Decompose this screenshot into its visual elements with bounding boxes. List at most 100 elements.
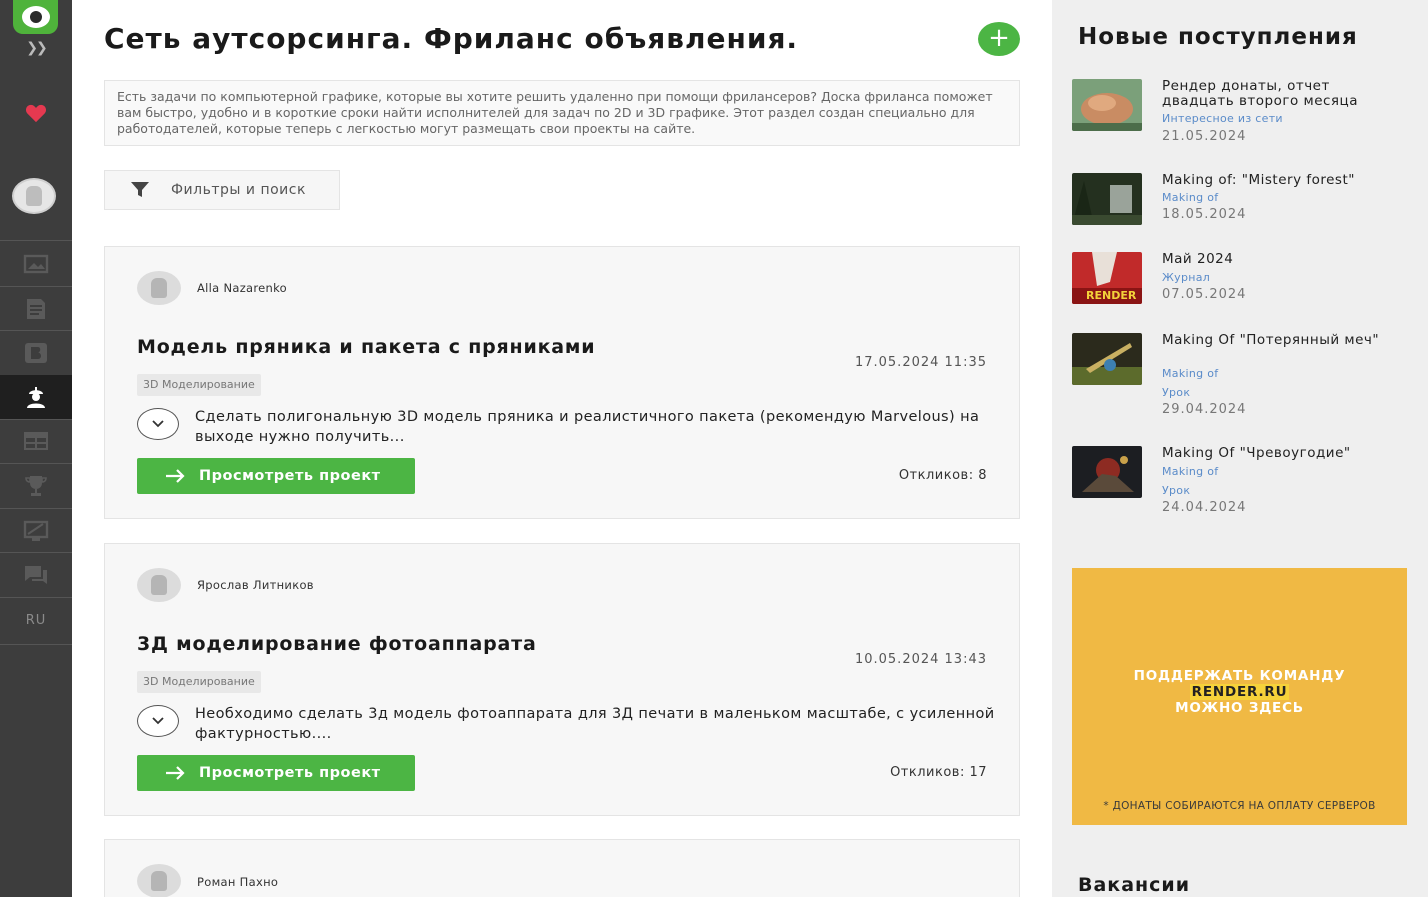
author-name[interactable]: Ярослав Литников	[197, 578, 314, 592]
filter-label: Фильтры и поиск	[171, 182, 306, 198]
sidebar-item-freelance[interactable]	[0, 375, 72, 419]
news-title[interactable]: Making of: "Mistery forest"	[1162, 173, 1402, 188]
heart-icon[interactable]	[25, 103, 47, 123]
news-category[interactable]: Making of	[1162, 465, 1218, 478]
view-project-label: Просмотреть проект	[199, 765, 381, 781]
language-label: RU	[25, 612, 47, 628]
chevron-down-icon	[152, 717, 164, 725]
intro-text: Есть задачи по компьютерной графике, кот…	[104, 80, 1020, 146]
expand-toggle[interactable]	[137, 705, 179, 737]
sidebar-divider	[0, 644, 72, 645]
category-tag[interactable]: 3D Моделирование	[137, 374, 261, 396]
document-icon	[27, 299, 45, 319]
expand-toggle[interactable]	[137, 408, 179, 440]
news-title[interactable]: Making Of "Чревоугодие"	[1162, 446, 1402, 461]
project-description: Необходимо сделать 3д модель фотоаппарат…	[195, 706, 995, 742]
sidebar-divider	[0, 240, 72, 241]
news-category[interactable]: Интересное из сети	[1162, 112, 1283, 125]
news-date: 29.04.2024	[1162, 402, 1247, 417]
news-thumbnail[interactable]	[1072, 446, 1142, 498]
author-avatar[interactable]	[137, 864, 181, 897]
news-title[interactable]: Рендер донаты, отчет двадцать второго ме…	[1162, 79, 1402, 109]
double-chevron-right-icon[interactable]: ❯❯	[0, 40, 72, 56]
app: ❯❯ RU Сеть аутсорсинга. Фриланс объявлен…	[0, 0, 1428, 897]
worker-icon	[27, 387, 45, 408]
author-name[interactable]: Роман Пахно	[197, 875, 278, 889]
layout-icon	[24, 432, 48, 450]
filter-search-button[interactable]: Фильтры и поиск	[104, 170, 340, 210]
author-name[interactable]: Alla Nazarenko	[197, 281, 287, 295]
blog-icon	[25, 343, 47, 363]
news-category[interactable]: Урок	[1162, 484, 1190, 497]
logo-eye-icon	[21, 6, 50, 28]
view-project-label: Просмотреть проект	[199, 468, 381, 484]
sidebar-item-blog[interactable]	[0, 331, 72, 375]
image-icon	[23, 254, 49, 274]
left-sidebar: ❯❯ RU	[0, 0, 72, 897]
donate-banner[interactable]: ПОДДЕРЖАТЬ КОМАНДУ RENDER.RU МОЖНО ЗДЕСЬ…	[1072, 568, 1407, 825]
project-description: Сделать полигональную 3D модель пряника …	[195, 409, 980, 445]
view-project-button[interactable]: Просмотреть проект	[137, 458, 415, 494]
arrow-right-icon	[166, 766, 185, 780]
sidebar-item-courses[interactable]	[0, 509, 72, 553]
donate-banner-text: ПОДДЕРЖАТЬ КОМАНДУ RENDER.RU МОЖНО ЗДЕСЬ	[1072, 668, 1407, 716]
arrow-right-icon	[166, 469, 185, 483]
chevron-down-icon	[152, 420, 164, 428]
donate-line-2: RENDER.RU	[1189, 684, 1290, 700]
project-date: 17.05.2024 11:35	[854, 355, 987, 370]
news-thumbnail[interactable]	[1072, 173, 1142, 225]
news-category[interactable]: Making of	[1162, 191, 1218, 204]
news-date: 21.05.2024	[1162, 129, 1247, 144]
news-thumbnail[interactable]: RENDER	[1072, 252, 1142, 304]
vacancies-title: Вакансии	[1078, 874, 1191, 896]
news-thumbnail[interactable]	[1072, 333, 1142, 385]
news-item[interactable]: Making of: "Mistery forest" Making of 18…	[1072, 173, 1412, 229]
filter-icon	[131, 182, 149, 197]
sidebar-item-forum[interactable]	[0, 553, 72, 597]
sidebar-item-gallery[interactable]	[0, 242, 72, 286]
language-switcher[interactable]: RU	[0, 598, 72, 642]
news-date: 18.05.2024	[1162, 207, 1247, 222]
sidebar-item-contests[interactable]	[0, 464, 72, 508]
category-tag[interactable]: 3D Моделирование	[137, 671, 261, 693]
donate-line-1: ПОДДЕРЖАТЬ КОМАНДУ	[1133, 668, 1346, 684]
news-category[interactable]: Журнал	[1162, 271, 1210, 284]
news-category[interactable]: Урок	[1162, 386, 1190, 399]
news-date: 07.05.2024	[1162, 287, 1247, 302]
sidebar-item-catalog[interactable]	[0, 419, 72, 463]
news-item[interactable]: RENDER Май 2024 Журнал 07.05.2024	[1072, 252, 1412, 308]
news-item[interactable]: Making Of "Потерянный меч" Making of Уро…	[1072, 333, 1412, 423]
monitor-icon	[23, 520, 49, 541]
project-card: Alla Nazarenko Модель пряника и пакета с…	[104, 246, 1020, 519]
author-avatar[interactable]	[137, 568, 181, 602]
page-title: Сеть аутсорсинга. Фриланс объявления.	[104, 22, 799, 55]
project-title[interactable]: 3Д моделирование фотоаппарата	[137, 633, 537, 655]
add-project-button[interactable]: +	[978, 22, 1020, 56]
right-sidebar: Новые поступления Рендер донаты, отчет д…	[1052, 0, 1428, 897]
project-title[interactable]: Модель пряника и пакета с пряниками	[137, 336, 595, 358]
new-arrivals-title: Новые поступления	[1078, 24, 1358, 50]
replies-count: Откликов: 17	[890, 765, 987, 780]
main-content: Сеть аутсорсинга. Фриланс объявления. + …	[72, 0, 1052, 897]
news-item[interactable]: Рендер донаты, отчет двадцать второго ме…	[1072, 79, 1412, 149]
replies-count: Откликов: 8	[898, 468, 987, 483]
chat-icon	[25, 566, 47, 584]
project-date: 10.05.2024 13:43	[854, 652, 987, 667]
news-date: 24.04.2024	[1162, 500, 1247, 515]
user-avatar[interactable]	[12, 178, 56, 214]
project-card: Ярослав Литников 3Д моделирование фотоап…	[104, 543, 1020, 816]
site-logo[interactable]	[13, 0, 58, 34]
donate-line-3: МОЖНО ЗДЕСЬ	[1175, 700, 1304, 716]
view-project-button[interactable]: Просмотреть проект	[137, 755, 415, 791]
sidebar-item-articles[interactable]	[0, 287, 72, 331]
author-avatar[interactable]	[137, 271, 181, 305]
news-category[interactable]: Making of	[1162, 367, 1218, 380]
donate-footnote: * ДОНАТЫ СОБИРАЮТСЯ НА ОПЛАТУ СЕРВЕРОВ	[1103, 800, 1376, 812]
project-card: Роман Пахно	[104, 839, 1020, 897]
news-item[interactable]: Making Of "Чревоугодие" Making of Урок 2…	[1072, 446, 1412, 518]
news-title[interactable]: Making Of "Потерянный меч"	[1162, 333, 1402, 348]
news-thumbnail-logo: RENDER	[1086, 289, 1137, 302]
news-thumbnail[interactable]	[1072, 79, 1142, 131]
trophy-icon	[25, 476, 47, 496]
news-title[interactable]: Май 2024	[1162, 252, 1402, 267]
